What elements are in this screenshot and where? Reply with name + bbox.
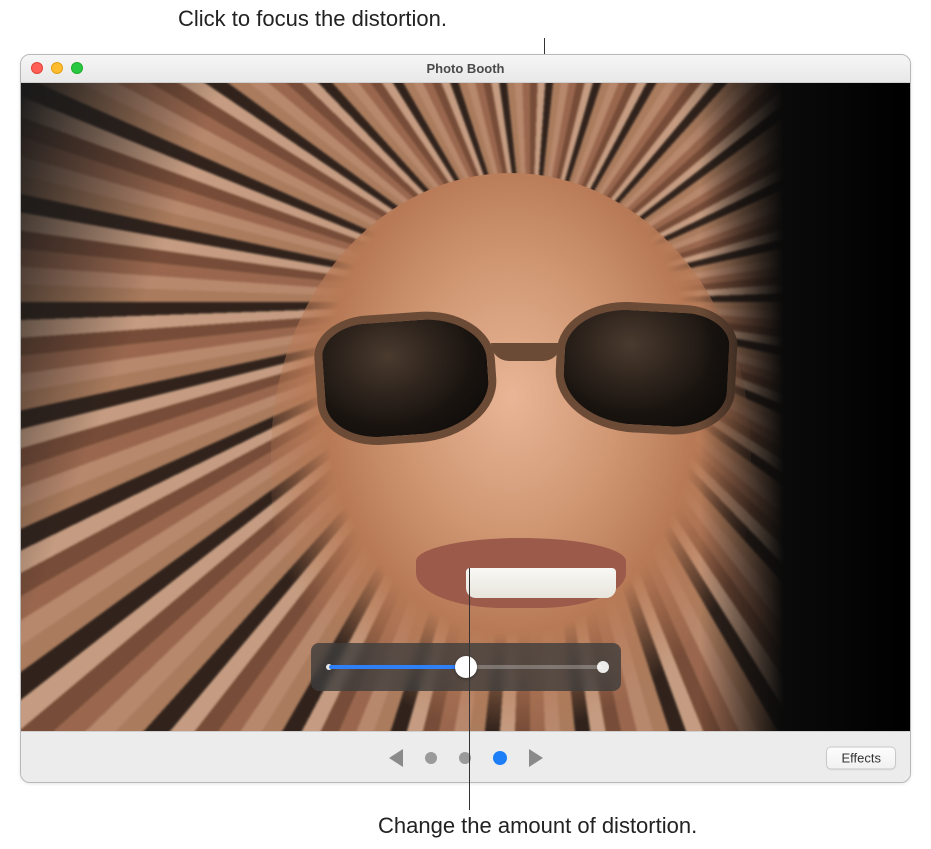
distortion-slider-panel	[311, 643, 621, 691]
subject-sunglasses	[316, 303, 736, 453]
mode-dot-3[interactable]	[493, 751, 507, 765]
dark-background-right	[700, 83, 910, 731]
subject-teeth	[466, 568, 616, 598]
bottom-toolbar: Effects	[21, 732, 910, 783]
effects-button[interactable]: Effects	[826, 746, 896, 769]
traffic-lights	[31, 62, 83, 74]
minimize-button[interactable]	[51, 62, 63, 74]
next-effect-button[interactable]	[529, 749, 543, 767]
app-window: Photo Booth Eff	[20, 54, 911, 783]
close-button[interactable]	[31, 62, 43, 74]
callout-change-distortion: Change the amount of distortion.	[378, 813, 697, 839]
callout-line-bottom	[469, 568, 470, 810]
mode-controls	[389, 749, 543, 767]
slider-max-icon	[597, 661, 609, 673]
sunglass-bridge	[491, 343, 561, 361]
titlebar: Photo Booth	[21, 55, 910, 83]
distortion-slider-track[interactable]	[329, 665, 603, 669]
callout-focus-distortion: Click to focus the distortion.	[178, 6, 447, 32]
slider-fill	[329, 665, 466, 669]
distortion-slider-thumb[interactable]	[455, 656, 477, 678]
sunglass-lens-left	[312, 307, 501, 449]
window-title: Photo Booth	[427, 61, 505, 76]
photo-preview-area[interactable]	[21, 83, 910, 732]
zoom-button[interactable]	[71, 62, 83, 74]
previous-effect-button[interactable]	[389, 749, 403, 767]
mode-dot-1[interactable]	[425, 752, 437, 764]
